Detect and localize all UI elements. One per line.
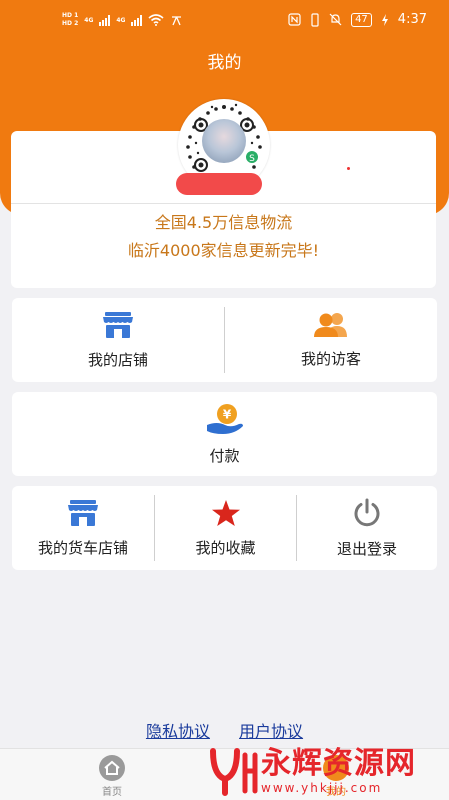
status-time: 4:37 bbox=[397, 12, 427, 27]
tab-home[interactable]: 首页 bbox=[82, 755, 142, 798]
network-type-2: 4G bbox=[116, 16, 126, 24]
mute-icon bbox=[329, 13, 342, 26]
signal-icon-2 bbox=[131, 14, 143, 26]
status-left: HD 1 HD 2 4G 4G bbox=[62, 12, 183, 28]
red-dot bbox=[347, 167, 350, 170]
store-icon bbox=[103, 311, 133, 338]
redacted-username bbox=[176, 173, 262, 195]
user-agreement-link[interactable]: 用户协议 bbox=[239, 722, 303, 741]
mini-program-badge-icon: S bbox=[244, 149, 260, 165]
visitors-icon bbox=[314, 312, 347, 337]
privacy-policy-link[interactable]: 隐私协议 bbox=[146, 722, 210, 741]
wifi-icon bbox=[148, 14, 165, 26]
hd-bottom: HD 2 bbox=[62, 20, 79, 27]
power-icon bbox=[354, 498, 380, 526]
menu-card-row-1: 我的店铺 我的访客 bbox=[12, 298, 437, 382]
my-favorites-button[interactable]: 我的收藏 bbox=[155, 486, 296, 570]
vibrate-icon bbox=[311, 12, 319, 27]
star-icon bbox=[211, 499, 240, 526]
watermark-y-icon bbox=[210, 748, 258, 796]
payment-icon: ¥ bbox=[206, 403, 243, 434]
battery-icon: 47 bbox=[351, 12, 372, 27]
page-title: 我的 bbox=[207, 53, 242, 73]
hd-top: HD 1 bbox=[62, 12, 79, 19]
watermark: 永辉资源网 www.yhkjjj.com bbox=[205, 742, 449, 800]
home-icon bbox=[99, 755, 125, 781]
legal-links: 隐私协议 用户协议 bbox=[0, 718, 449, 742]
profile-card: S 全国4.5万信息物流 临沂4000家信息更新完毕! bbox=[11, 99, 436, 288]
my-visitors-button[interactable]: 我的访客 bbox=[225, 298, 437, 382]
truck-store-icon bbox=[68, 499, 98, 526]
charging-icon bbox=[381, 13, 388, 26]
watermark-url: www.yhkjjj.com bbox=[261, 781, 383, 795]
watermark-title: 永辉资源网 bbox=[261, 746, 416, 781]
tab-home-label: 首页 bbox=[102, 787, 122, 798]
payment-label: 付款 bbox=[209, 446, 240, 465]
network-type-1: 4G bbox=[84, 16, 94, 24]
menu-card-row-2: ¥ 付款 bbox=[12, 392, 437, 476]
watermark-logo-icon bbox=[205, 743, 261, 799]
watermark-text: 永辉资源网 www.yhkjjj.com bbox=[261, 746, 416, 796]
status-bar: HD 1 HD 2 4G 4G 47 4:37 bbox=[0, 0, 449, 42]
my-favorites-label: 我的收藏 bbox=[195, 538, 256, 557]
menu-card-row-3: 我的货车店铺 我的收藏 退出登录 bbox=[12, 486, 437, 570]
hd-indicator: HD 1 HD 2 bbox=[62, 12, 78, 28]
status-right: 47 4:37 bbox=[288, 12, 427, 27]
nfc-icon bbox=[288, 13, 301, 26]
my-visitors-label: 我的访客 bbox=[300, 349, 361, 368]
banner-line-1: 全国4.5万信息物流 bbox=[154, 213, 293, 232]
payment-button[interactable]: ¥ 付款 bbox=[12, 392, 437, 476]
logout-button[interactable]: 退出登录 bbox=[297, 486, 437, 570]
logout-label: 退出登录 bbox=[336, 539, 397, 558]
banner-line-2: 临沂4000家信息更新完毕! bbox=[127, 241, 320, 260]
my-truck-store-button[interactable]: 我的货车店铺 bbox=[12, 486, 154, 570]
svg-text:¥: ¥ bbox=[222, 407, 231, 421]
avatar-image bbox=[202, 119, 246, 163]
my-store-button[interactable]: 我的店铺 bbox=[12, 298, 224, 382]
data-transfer-icon bbox=[172, 15, 182, 25]
signal-icon bbox=[99, 14, 111, 26]
card-divider bbox=[11, 203, 436, 204]
my-truck-store-label: 我的货车店铺 bbox=[37, 538, 128, 557]
my-store-label: 我的店铺 bbox=[87, 350, 148, 369]
